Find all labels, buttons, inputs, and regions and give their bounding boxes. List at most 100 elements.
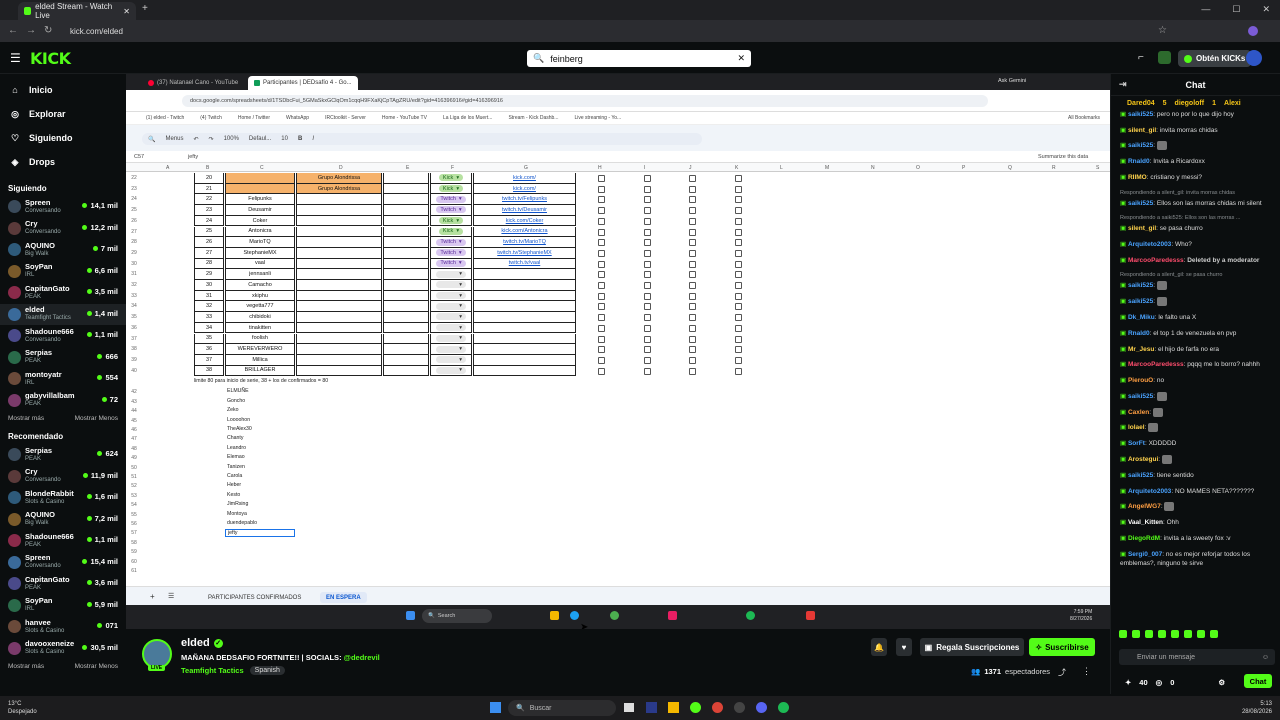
emote-icon[interactable] [1158, 630, 1166, 638]
chat-username[interactable]: Arquiteto2003 [1128, 241, 1171, 248]
sidebar-item-explorar[interactable]: ◎ Explorar [0, 102, 126, 126]
emote-icon[interactable] [1210, 630, 1218, 638]
social-handle[interactable]: @dedrevil [344, 653, 380, 662]
chrome-icon[interactable] [712, 702, 723, 713]
gift-icon[interactable] [1158, 51, 1171, 64]
channel-item[interactable]: montoyatr IRL 554 [0, 368, 126, 390]
chat-username[interactable]: Caxlen [1128, 409, 1149, 416]
close-window-icon[interactable]: ✕ [1262, 4, 1270, 15]
chat-username[interactable]: Rnald0 [1128, 158, 1150, 165]
taskbar-search[interactable]: 🔍 Buscar [508, 700, 616, 716]
search-input[interactable]: feinberg [550, 54, 583, 64]
channel-item[interactable]: Shadoune666 PEAK 1,1 mil [0, 530, 126, 552]
chat-username[interactable]: MarcooParedesss [1128, 361, 1184, 368]
windows-start-icon[interactable] [490, 702, 501, 713]
chat-username[interactable]: Mr_Jesu [1128, 346, 1154, 353]
emote-icon[interactable] [1119, 630, 1127, 638]
channel-item[interactable]: CapitanGato PEAK 3,5 mil [0, 282, 126, 304]
gifter-name[interactable]: Dared04 [1127, 100, 1155, 107]
show-less-link[interactable]: Mostrar Menos [75, 663, 118, 670]
kick-app-icon[interactable] [690, 702, 701, 713]
chat-username[interactable]: SorFt [1128, 440, 1145, 447]
show-more-link[interactable]: Mostrar más [8, 663, 44, 670]
user-avatar[interactable] [1246, 50, 1262, 66]
category-link[interactable]: Teamfight Tactics [181, 666, 244, 675]
channel-item[interactable]: davooxeneize Slots & Casino 30,5 mil [0, 638, 126, 660]
streamer-name[interactable]: elded [181, 637, 210, 649]
show-less-link[interactable]: Mostrar Menos [75, 415, 118, 422]
chat-username[interactable]: Arostegui [1128, 456, 1158, 463]
chat-username[interactable]: saiki525 [1128, 143, 1153, 150]
weather-widget[interactable]: 13°C Despejado [8, 700, 37, 716]
get-kicks-button[interactable]: Obtén KICKs [1178, 50, 1252, 67]
search-bar[interactable]: 🔍 feinberg ✕ [527, 50, 751, 67]
channel-item[interactable]: Cry Conversando 11,9 mil [0, 466, 126, 488]
chat-username[interactable]: PierouO [1128, 377, 1153, 384]
channel-item[interactable]: Spreen Conversando 15,4 mil [0, 552, 126, 574]
kick-logo[interactable]: KICK [30, 49, 71, 68]
channel-item[interactable]: AQUINO Big Walk 7 mil [0, 239, 126, 261]
chat-username[interactable]: DiegoRdM [1128, 535, 1160, 542]
chat-username[interactable]: saiki525 [1128, 299, 1153, 306]
discord-icon[interactable] [756, 702, 767, 713]
back-icon[interactable]: ← [8, 25, 18, 36]
follow-heart-button[interactable]: ♥ [896, 638, 912, 656]
show-more-link[interactable]: Mostrar más [8, 415, 44, 422]
file-explorer-icon[interactable] [668, 702, 679, 713]
more-options-icon[interactable]: ⋮ [1082, 666, 1091, 677]
chat-username[interactable]: saiki525 [1128, 393, 1153, 400]
chat-username[interactable]: MarcooParedesss [1128, 257, 1184, 264]
chat-username[interactable]: saiki525 [1128, 472, 1153, 479]
chat-username[interactable]: silent_gil [1128, 225, 1156, 232]
spotify-icon[interactable] [778, 702, 789, 713]
settings-icon[interactable]: ⚙ [1218, 678, 1225, 687]
chat-username[interactable]: AngelWG7 [1128, 504, 1161, 511]
channel-item[interactable]: Serpias PEAK 624 [0, 444, 126, 466]
chat-username[interactable]: Sergi0_007 [1128, 551, 1162, 558]
subscribe-button[interactable]: ✧ Suscribirse [1029, 638, 1095, 656]
channel-item[interactable]: SoyPan IRL 6,6 mil [0, 261, 126, 283]
emote-icon[interactable] [1171, 630, 1179, 638]
channel-item[interactable]: Spreen Conversando 14,1 mil [0, 196, 126, 218]
minimize-icon[interactable]: — [1201, 4, 1210, 15]
chat-username[interactable]: Vaal_Kitten [1128, 519, 1163, 526]
system-clock[interactable]: 5:13 28/08/2026 [1242, 700, 1272, 716]
notification-bell-button[interactable]: 🔔 [871, 638, 887, 656]
send-chat-button[interactable]: Chat [1244, 674, 1272, 688]
chat-username[interactable]: lolael [1128, 425, 1145, 432]
gifter-name[interactable]: Alexi [1224, 100, 1241, 107]
chat-username[interactable]: saiki525 [1128, 200, 1153, 207]
share-icon[interactable]: ⤴ [1058, 667, 1066, 678]
maximize-icon[interactable]: ☐ [1232, 4, 1240, 15]
emoji-icon[interactable]: ☺ [1262, 654, 1269, 661]
sidebar-item-drops[interactable]: ◈ Drops [0, 150, 126, 174]
collapse-chat-icon[interactable]: ⇥ [1119, 79, 1127, 90]
profile-avatar[interactable] [1248, 26, 1258, 36]
chat-username[interactable]: saiki525 [1128, 111, 1153, 118]
gifter-name[interactable]: diegoloff [1175, 100, 1205, 107]
channel-item[interactable]: Cry Conversando 12,2 mil [0, 218, 126, 240]
chat-input[interactable]: Enviar un mensaje ☺ [1119, 649, 1275, 665]
task-view-icon[interactable] [624, 703, 634, 712]
sidebar-item-inicio[interactable]: ⌂ Inicio [0, 78, 126, 102]
emote-icon[interactable] [1132, 630, 1140, 638]
chat-username[interactable]: Arquiteto2003 [1128, 488, 1171, 495]
glasses-icon[interactable]: ⌐ [1138, 52, 1144, 63]
video-player[interactable]: (37) Natanael Cano - YouTube Participant… [126, 74, 1110, 629]
chat-username[interactable]: saiki525 [1128, 283, 1153, 290]
new-tab-icon[interactable]: + [142, 3, 148, 14]
clear-search-icon[interactable]: ✕ [737, 53, 745, 64]
chat-username[interactable]: Dk_Miku [1128, 314, 1155, 321]
chat-username[interactable]: RIIMO [1128, 174, 1147, 181]
forward-icon[interactable]: → [26, 25, 36, 36]
obs-icon[interactable] [734, 702, 745, 713]
channel-item[interactable]: Shadoune666 Conversando 1,1 mil [0, 325, 126, 347]
sidebar-item-siguiendo[interactable]: ♡ Siguiendo [0, 126, 126, 150]
chat-username[interactable]: Rnald0 [1128, 330, 1150, 337]
hamburger-menu-icon[interactable]: ☰ [10, 51, 21, 65]
url-field[interactable]: kick.com/elded [70, 23, 1160, 39]
emote-icon[interactable] [1197, 630, 1205, 638]
reload-icon[interactable]: ↻ [44, 25, 52, 36]
browser-tab[interactable]: elded Stream - Watch Live ✕ [18, 2, 136, 20]
chat-username[interactable]: silent_gil [1128, 127, 1156, 134]
